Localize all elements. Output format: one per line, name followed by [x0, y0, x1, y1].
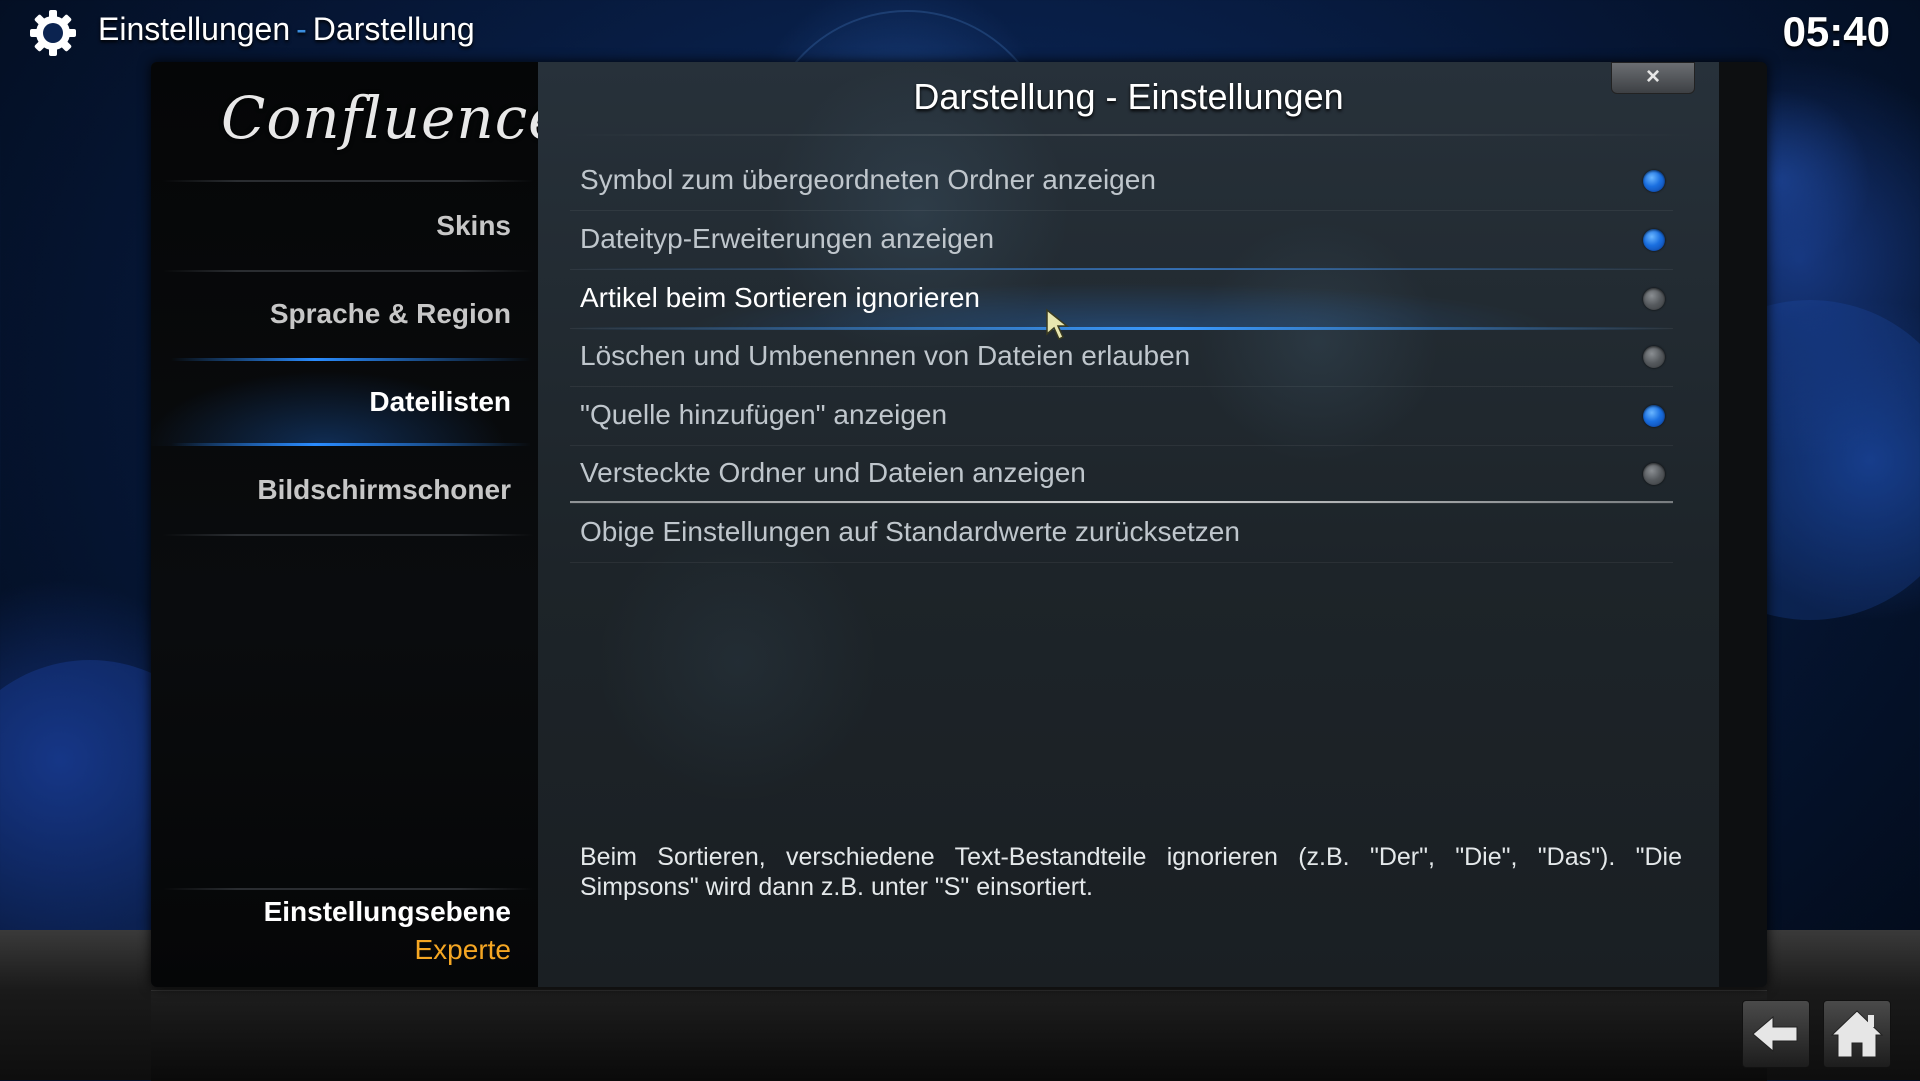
title-divider — [558, 134, 1698, 136]
setting-row-file-extensions[interactable]: Dateityp-Erweiterungen anzeigen — [570, 211, 1673, 270]
sidebar-item-skins[interactable]: Skins — [151, 182, 511, 270]
clock: 05:40 — [1782, 8, 1890, 55]
radio-off-icon[interactable] — [1643, 346, 1665, 368]
back-button[interactable] — [1742, 1000, 1810, 1068]
bottom-panel — [151, 990, 1767, 1081]
sidebar-item-dateilisten[interactable]: Dateilisten — [151, 358, 511, 446]
radio-on-icon[interactable] — [1643, 405, 1665, 427]
radio-on-icon[interactable] — [1643, 229, 1665, 251]
radio-off-icon[interactable] — [1643, 288, 1665, 310]
setting-row-hidden-files[interactable]: Versteckte Ordner und Dateien anzeigen — [570, 445, 1673, 504]
home-button[interactable] — [1823, 1000, 1891, 1068]
home-icon — [1830, 1010, 1884, 1058]
setting-row-allow-delete-rename[interactable]: Löschen und Umbenennen von Dateien erlau… — [570, 328, 1673, 387]
setting-label: Artikel beim Sortieren ignorieren — [580, 282, 980, 313]
gear-icon — [30, 10, 76, 56]
back-arrow-icon — [1752, 1015, 1798, 1053]
mouse-cursor-icon — [1046, 308, 1070, 341]
breadcrumb-separator: - — [296, 11, 307, 47]
settings-level-value[interactable]: Experte — [415, 934, 512, 966]
setting-label: Dateityp-Erweiterungen anzeigen — [580, 223, 995, 254]
setting-label: Symbol zum übergeordneten Ordner anzeige… — [580, 164, 1156, 195]
settings-level-label[interactable]: Einstellungsebene — [264, 896, 511, 928]
close-icon: × — [1645, 63, 1660, 90]
close-button[interactable]: × — [1611, 62, 1695, 94]
settings-dialog: Confluence Skins Sprache & Region Dateil… — [151, 62, 1767, 987]
skin-logo: Confluence — [221, 84, 564, 152]
sidebar-divider — [163, 888, 533, 890]
setting-row-ignore-articles[interactable]: Artikel beim Sortieren ignorieren — [570, 268, 1673, 330]
sidebar-item-bildschirmschoner[interactable]: Bildschirmschoner — [151, 446, 511, 534]
setting-row-parent-folder[interactable]: Symbol zum übergeordneten Ordner anzeige… — [570, 152, 1673, 211]
breadcrumb: Einstellungen - Darstellung — [98, 11, 475, 48]
settings-content: Darstellung - Einstellungen Symbol zum ü… — [538, 62, 1719, 987]
breadcrumb-section: Einstellungen — [98, 11, 291, 47]
reset-label: Obige Einstellungen auf Standardwerte zu… — [580, 516, 1240, 547]
setting-row-show-add-source[interactable]: "Quelle hinzufügen" anzeigen — [570, 387, 1673, 446]
breadcrumb-page: Darstellung — [312, 11, 475, 47]
dialog-title: Darstellung - Einstellungen — [913, 76, 1344, 117]
setting-label: "Quelle hinzufügen" anzeigen — [580, 399, 948, 430]
radio-on-icon[interactable] — [1643, 170, 1665, 192]
setting-description: Beim Sortieren, verschiedene Text-Bestan… — [580, 843, 1682, 901]
sidebar-divider — [163, 534, 533, 536]
dialog-edge — [1719, 62, 1767, 987]
sidebar: Confluence Skins Sprache & Region Dateil… — [151, 62, 564, 987]
setting-label: Löschen und Umbenennen von Dateien erlau… — [580, 340, 1191, 371]
setting-label: Versteckte Ordner und Dateien anzeigen — [580, 457, 1086, 488]
sidebar-item-sprache-region[interactable]: Sprache & Region — [151, 270, 511, 358]
radio-off-icon[interactable] — [1643, 463, 1665, 485]
reset-divider — [570, 501, 1673, 503]
reset-defaults-button[interactable]: Obige Einstellungen auf Standardwerte zu… — [570, 504, 1673, 563]
